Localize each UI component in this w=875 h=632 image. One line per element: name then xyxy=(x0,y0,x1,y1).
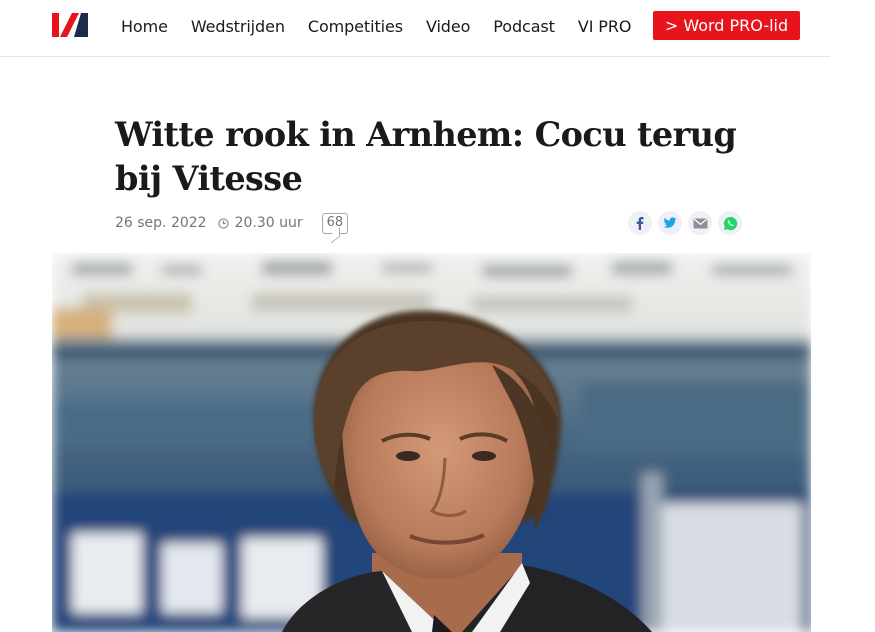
clock-icon xyxy=(217,217,229,229)
facebook-icon xyxy=(636,217,644,230)
email-icon xyxy=(693,218,707,228)
article-date: 26 sep. 2022 xyxy=(115,215,207,231)
coach-photo xyxy=(52,253,811,632)
vi-logo[interactable] xyxy=(52,13,88,37)
share-email-button[interactable] xyxy=(688,211,712,235)
whatsapp-icon xyxy=(723,216,737,230)
nav-vi-pro[interactable]: VI PRO xyxy=(578,17,632,36)
nav-wedstrijden[interactable]: Wedstrijden xyxy=(191,17,285,36)
share-buttons xyxy=(628,211,748,235)
share-whatsapp-button[interactable] xyxy=(718,211,742,235)
word-pro-lid-button[interactable]: > Word PRO-lid xyxy=(653,11,800,40)
nav-podcast[interactable]: Podcast xyxy=(493,17,555,36)
nav-competities[interactable]: Competities xyxy=(308,17,403,36)
comment-count-button[interactable]: 68 xyxy=(321,212,349,234)
article-meta: 26 sep. 2022 20.30 uur 68 xyxy=(115,210,349,236)
nav-video[interactable]: Video xyxy=(426,17,470,36)
share-facebook-button[interactable] xyxy=(628,211,652,235)
main-nav: Home Wedstrijden Competities Video Podca… xyxy=(121,0,654,52)
article-hero-image xyxy=(52,253,811,632)
nav-home[interactable]: Home xyxy=(121,17,168,36)
site-header: Home Wedstrijden Competities Video Podca… xyxy=(0,0,830,57)
twitter-icon xyxy=(663,217,677,228)
article-time: 20.30 uur xyxy=(234,215,303,231)
share-twitter-button[interactable] xyxy=(658,211,682,235)
article-title: Witte rook in Arnhem: Cocu terug bij Vit… xyxy=(115,115,737,198)
